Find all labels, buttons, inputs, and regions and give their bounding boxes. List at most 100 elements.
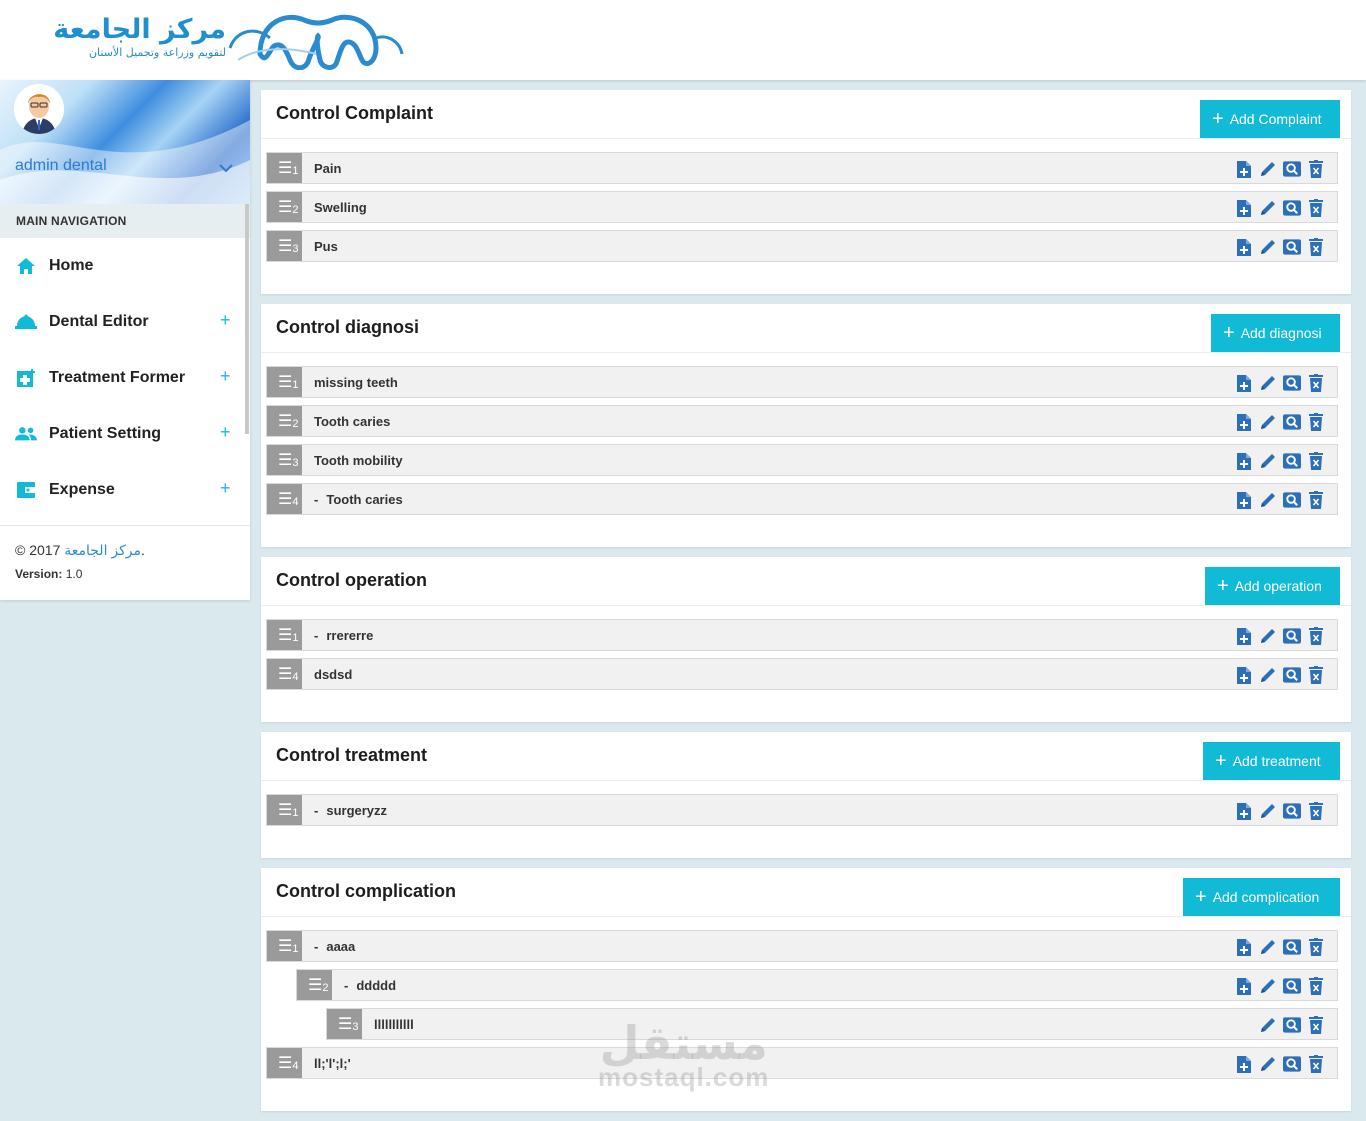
add-diagnosi-button[interactable]: + Add diagnosi — [1211, 314, 1340, 352]
edit-pencil-icon[interactable] — [1259, 976, 1277, 996]
expand-plus-icon[interactable]: + — [220, 478, 231, 499]
delete-icon[interactable] — [1307, 1054, 1325, 1074]
drag-handle[interactable]: ☰3 — [267, 231, 302, 261]
list-item[interactable]: ☰3 Tooth mobility — [266, 444, 1338, 476]
search-icon[interactable] — [1283, 665, 1301, 685]
drag-handle[interactable]: ☰1 — [267, 367, 302, 397]
expand-plus-icon[interactable]: + — [220, 310, 231, 331]
user-name[interactable]: admin dental — [15, 157, 107, 175]
search-icon[interactable] — [1283, 1015, 1301, 1035]
add-operation-button[interactable]: + Add operation — [1205, 567, 1340, 605]
add-file-icon[interactable] — [1235, 976, 1253, 996]
add-file-icon[interactable] — [1235, 801, 1253, 821]
search-icon[interactable] — [1283, 373, 1301, 393]
search-icon[interactable] — [1283, 490, 1301, 510]
edit-pencil-icon[interactable] — [1259, 373, 1277, 393]
list-item[interactable]: ☰2- ddddd — [296, 969, 1338, 1001]
add-file-icon[interactable] — [1235, 1054, 1253, 1074]
expand-plus-icon[interactable]: + — [220, 422, 231, 443]
list-item[interactable]: ☰4- Tooth caries — [266, 483, 1338, 515]
delete-icon[interactable] — [1307, 490, 1325, 510]
add-complication-button[interactable]: + Add complication — [1183, 878, 1340, 916]
sidebar-item-treatment-former[interactable]: Treatment Former + — [0, 350, 250, 406]
edit-pencil-icon[interactable] — [1259, 198, 1277, 218]
delete-icon[interactable] — [1307, 937, 1325, 957]
list-item[interactable]: ☰1- surgeryzz — [266, 794, 1338, 826]
drag-handle[interactable]: ☰2 — [267, 406, 302, 436]
drag-handle[interactable]: ☰4 — [267, 1048, 302, 1078]
drag-handle[interactable]: ☰3 — [327, 1009, 362, 1039]
search-icon[interactable] — [1283, 976, 1301, 996]
sidebar-item-expense[interactable]: Expense + — [0, 462, 250, 518]
edit-pencil-icon[interactable] — [1259, 237, 1277, 257]
add-file-icon[interactable] — [1235, 412, 1253, 432]
list-item[interactable]: ☰4 ll;'l';l;' — [266, 1047, 1338, 1079]
delete-icon[interactable] — [1307, 976, 1325, 996]
list-item[interactable]: ☰2 Tooth caries — [266, 405, 1338, 437]
edit-pencil-icon[interactable] — [1259, 1015, 1277, 1035]
edit-pencil-icon[interactable] — [1259, 412, 1277, 432]
sidebar-item-patient-setting[interactable]: Patient Setting + — [0, 406, 250, 462]
delete-icon[interactable] — [1307, 451, 1325, 471]
search-icon[interactable] — [1283, 626, 1301, 646]
search-icon[interactable] — [1283, 451, 1301, 471]
add-file-icon[interactable] — [1235, 665, 1253, 685]
copyright-brand-link[interactable]: مركز الجامعة — [64, 542, 141, 558]
drag-handle[interactable]: ☰4 — [267, 659, 302, 689]
add-complaint-button[interactable]: + Add Complaint — [1200, 100, 1340, 138]
list-item[interactable]: ☰1- rrererre — [266, 619, 1338, 651]
drag-handle[interactable]: ☰1 — [267, 931, 302, 961]
edit-pencil-icon[interactable] — [1259, 159, 1277, 179]
list-item[interactable]: ☰1 Pain — [266, 152, 1338, 184]
delete-icon[interactable] — [1307, 665, 1325, 685]
drag-handle[interactable]: ☰2 — [267, 192, 302, 222]
add-file-icon[interactable] — [1235, 198, 1253, 218]
sidebar-item-home[interactable]: Home — [0, 238, 250, 294]
avatar[interactable] — [14, 84, 64, 134]
drag-handle[interactable]: ☰1 — [267, 153, 302, 183]
delete-icon[interactable] — [1307, 198, 1325, 218]
sidebar-scrollbar[interactable] — [245, 204, 249, 434]
drag-handle[interactable]: ☰2 — [297, 970, 332, 1000]
delete-icon[interactable] — [1307, 373, 1325, 393]
search-icon[interactable] — [1283, 412, 1301, 432]
search-icon[interactable] — [1283, 801, 1301, 821]
add-file-icon[interactable] — [1235, 626, 1253, 646]
add-file-icon[interactable] — [1235, 373, 1253, 393]
add-file-icon[interactable] — [1235, 237, 1253, 257]
list-item[interactable]: ☰3 lllllllllll — [326, 1008, 1338, 1040]
drag-handle[interactable]: ☰1 — [267, 620, 302, 650]
search-icon[interactable] — [1283, 937, 1301, 957]
delete-icon[interactable] — [1307, 801, 1325, 821]
drag-handle[interactable]: ☰4 — [267, 484, 302, 514]
edit-pencil-icon[interactable] — [1259, 937, 1277, 957]
brand-logo[interactable]: مركز الجامعة لتقويم وزراعة وتجميل الأسنا… — [8, 6, 408, 72]
list-item[interactable]: ☰2 Swelling — [266, 191, 1338, 223]
edit-pencil-icon[interactable] — [1259, 665, 1277, 685]
edit-pencil-icon[interactable] — [1259, 626, 1277, 646]
sidebar-item-dental-editor[interactable]: Dental Editor + — [0, 294, 250, 350]
add-file-icon[interactable] — [1235, 451, 1253, 471]
edit-pencil-icon[interactable] — [1259, 801, 1277, 821]
list-item[interactable]: ☰1 missing teeth — [266, 366, 1338, 398]
add-file-icon[interactable] — [1235, 490, 1253, 510]
edit-pencil-icon[interactable] — [1259, 451, 1277, 471]
search-icon[interactable] — [1283, 1054, 1301, 1074]
add-file-icon[interactable] — [1235, 937, 1253, 957]
search-icon[interactable] — [1283, 237, 1301, 257]
list-item[interactable]: ☰4 dsdsd — [266, 658, 1338, 690]
edit-pencil-icon[interactable] — [1259, 490, 1277, 510]
delete-icon[interactable] — [1307, 1015, 1325, 1035]
list-item[interactable]: ☰1- aaaa — [266, 930, 1338, 962]
search-icon[interactable] — [1283, 198, 1301, 218]
add-treatment-button[interactable]: + Add treatment — [1203, 742, 1340, 780]
delete-icon[interactable] — [1307, 159, 1325, 179]
edit-pencil-icon[interactable] — [1259, 1054, 1277, 1074]
drag-handle[interactable]: ☰1 — [267, 795, 302, 825]
delete-icon[interactable] — [1307, 412, 1325, 432]
chevron-down-icon[interactable] — [219, 160, 233, 176]
expand-plus-icon[interactable]: + — [220, 366, 231, 387]
search-icon[interactable] — [1283, 159, 1301, 179]
delete-icon[interactable] — [1307, 626, 1325, 646]
add-file-icon[interactable] — [1235, 159, 1253, 179]
